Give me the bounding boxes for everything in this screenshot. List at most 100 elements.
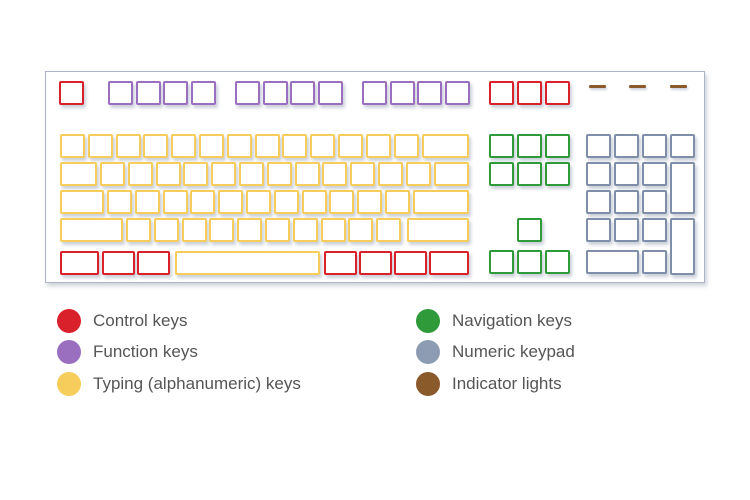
right-ctrl-key bbox=[429, 251, 469, 275]
indicator-light-icon bbox=[589, 85, 606, 88]
typing-key bbox=[143, 134, 169, 158]
typing-key bbox=[350, 162, 376, 186]
control-key-top-1 bbox=[489, 81, 514, 105]
typing-key bbox=[376, 218, 402, 242]
typing-key bbox=[199, 134, 224, 158]
right-alt-key bbox=[324, 251, 357, 275]
numpad-key bbox=[670, 134, 695, 158]
typing-key bbox=[218, 190, 244, 214]
typing-key bbox=[239, 162, 264, 186]
enter-key bbox=[413, 190, 469, 214]
function-color-dot-icon bbox=[57, 340, 81, 364]
legend-item-numeric: Numeric keypad bbox=[416, 340, 575, 364]
tab-key bbox=[60, 162, 97, 186]
navigation-key bbox=[489, 134, 514, 158]
numpad-key bbox=[642, 190, 667, 214]
indicator-light-icon bbox=[629, 85, 646, 88]
typing-key bbox=[357, 190, 383, 214]
function-key-3 bbox=[163, 81, 188, 105]
arrow-up-key bbox=[517, 218, 542, 242]
numpad-key bbox=[614, 134, 639, 158]
indicator-light-icon bbox=[670, 85, 687, 88]
typing-key bbox=[301, 190, 327, 214]
legend-item-control: Control keys bbox=[57, 309, 187, 333]
navigation-key bbox=[545, 162, 570, 186]
function-key-2 bbox=[135, 81, 161, 105]
function-key-5 bbox=[235, 81, 260, 105]
legend-label: Navigation keys bbox=[452, 311, 573, 330]
legend-item-typing: Typing (alphanumeric) keys bbox=[57, 372, 301, 396]
typing-key bbox=[393, 134, 419, 158]
typing-key bbox=[115, 134, 141, 158]
numpad-key bbox=[586, 218, 611, 242]
function-key-6 bbox=[262, 81, 288, 105]
numpad-decimal-key bbox=[642, 250, 667, 274]
typing-key bbox=[320, 218, 346, 242]
typing-key bbox=[265, 218, 290, 242]
typing-key bbox=[329, 190, 355, 214]
legend-label: Typing (alphanumeric) keys bbox=[93, 374, 301, 393]
typing-key bbox=[273, 190, 299, 214]
navigation-color-dot-icon bbox=[416, 309, 440, 333]
indicator-color-dot-icon bbox=[416, 372, 440, 396]
numpad-enter-key bbox=[670, 218, 695, 275]
numpad-key bbox=[614, 190, 639, 214]
legend-label: Control keys bbox=[93, 311, 188, 330]
backspace-key bbox=[422, 134, 469, 158]
function-key-7 bbox=[290, 81, 315, 105]
typing-key bbox=[126, 218, 151, 242]
navigation-key bbox=[517, 162, 542, 186]
typing-key bbox=[100, 162, 125, 186]
navigation-key bbox=[545, 134, 570, 158]
typing-key bbox=[266, 162, 292, 186]
typing-key bbox=[322, 162, 348, 186]
typing-key bbox=[254, 134, 280, 158]
typing-color-dot-icon bbox=[57, 372, 81, 396]
arrow-key bbox=[545, 250, 570, 274]
function-key-1 bbox=[108, 81, 133, 105]
typing-key bbox=[282, 134, 308, 158]
arrow-key bbox=[517, 250, 542, 274]
typing-key bbox=[211, 162, 237, 186]
escape-key bbox=[59, 81, 84, 105]
typing-key bbox=[87, 134, 113, 158]
typing-key bbox=[60, 134, 85, 158]
typing-key bbox=[338, 134, 363, 158]
legend-item-function: Function keys bbox=[57, 340, 198, 364]
caps-lock-key bbox=[60, 190, 104, 214]
function-key-12 bbox=[444, 81, 470, 105]
typing-key bbox=[181, 218, 207, 242]
typing-key bbox=[365, 134, 391, 158]
control-key-top-2 bbox=[517, 81, 542, 105]
typing-key bbox=[405, 162, 431, 186]
typing-key bbox=[292, 218, 318, 242]
numpad-zero-key bbox=[586, 250, 639, 274]
numpad-key bbox=[614, 162, 639, 186]
function-key-4 bbox=[190, 81, 216, 105]
typing-key bbox=[237, 218, 263, 242]
navigation-key bbox=[489, 162, 514, 186]
left-win-key bbox=[102, 251, 135, 275]
numeric-color-dot-icon bbox=[416, 340, 440, 364]
right-win-key bbox=[359, 251, 392, 275]
typing-key bbox=[310, 134, 336, 158]
legend-label: Indicator lights bbox=[452, 374, 562, 393]
left-shift-key bbox=[60, 218, 123, 242]
numpad-key bbox=[642, 162, 667, 186]
menu-key bbox=[394, 251, 427, 275]
numpad-key bbox=[586, 134, 611, 158]
typing-key bbox=[127, 162, 153, 186]
function-key-10 bbox=[389, 81, 415, 105]
numpad-key bbox=[642, 134, 667, 158]
left-ctrl-key bbox=[60, 251, 99, 275]
numpad-key bbox=[614, 218, 639, 242]
typing-key bbox=[378, 162, 403, 186]
typing-key bbox=[134, 190, 160, 214]
left-alt-key bbox=[137, 251, 170, 275]
typing-key bbox=[348, 218, 374, 242]
right-shift-key bbox=[407, 218, 469, 242]
typing-key bbox=[190, 190, 216, 214]
navigation-key bbox=[517, 134, 542, 158]
typing-key bbox=[171, 134, 197, 158]
numpad-plus-key bbox=[670, 162, 695, 214]
